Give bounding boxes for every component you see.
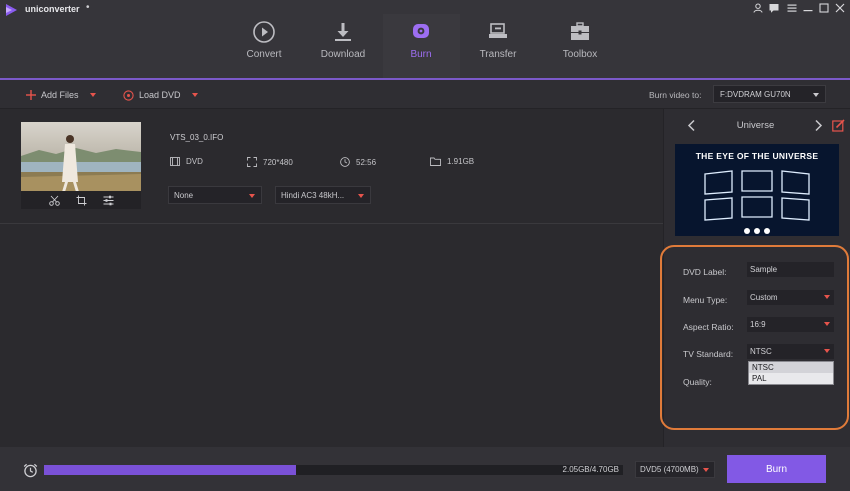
crop-icon[interactable]	[76, 195, 87, 206]
tab-convert-label: Convert	[246, 49, 282, 60]
tab-toolbox-label: Toolbox	[562, 49, 598, 60]
file-size-value: 1.91GB	[447, 157, 475, 166]
dvd-label-input[interactable]: Sample	[747, 262, 834, 277]
resolution-icon	[247, 157, 257, 167]
toolbar: Add Files Load DVD Burn video to: F:DVDR…	[0, 80, 850, 109]
load-dvd-dropdown-icon[interactable]	[191, 93, 198, 97]
menu-type-select[interactable]: Custom	[747, 290, 834, 305]
chevron-down-icon	[249, 194, 255, 198]
audio-track-select[interactable]: Hindi AC3 48kH...	[275, 186, 371, 204]
tab-download[interactable]: Download	[307, 20, 379, 70]
thumbnail-toolbar	[21, 191, 141, 209]
film-icon	[170, 157, 180, 166]
edit-icon[interactable]	[832, 119, 845, 132]
transfer-icon	[489, 23, 507, 38]
scissors-icon[interactable]	[48, 195, 60, 206]
disc-type-select[interactable]: DVD5 (4700MB)	[635, 461, 715, 478]
minimize-icon[interactable]	[801, 1, 815, 15]
tab-transfer-label: Transfer	[479, 49, 517, 60]
chevron-down-icon	[824, 295, 830, 299]
burn-button[interactable]: Burn	[727, 455, 826, 483]
dvd-label-value: Sample	[750, 265, 778, 274]
app-name: uniconverter	[25, 4, 80, 14]
tab-transfer[interactable]: Transfer	[462, 20, 534, 70]
add-files-dropdown-icon[interactable]	[89, 93, 96, 97]
burn-target-select[interactable]: F:DVDRAM GU70N	[713, 85, 826, 103]
app-logo-icon	[6, 4, 17, 16]
template-preview[interactable]: THE EYE OF THE UNIVERSE	[675, 144, 839, 236]
file-name: VTS_03_0.IFO	[170, 133, 224, 142]
file-resolution-value: 720*480	[263, 157, 293, 167]
add-files-label: Add Files	[41, 90, 79, 100]
plus-icon	[26, 90, 36, 100]
aspect-ratio-value: 16:9	[750, 320, 766, 329]
convert-icon	[253, 21, 275, 43]
burn-target-value: F:DVDRAM GU70N	[720, 89, 791, 99]
subtitle-select[interactable]: None	[168, 186, 262, 204]
app-menu-dot[interactable]: •	[86, 2, 90, 13]
user-icon[interactable]	[751, 1, 765, 15]
aspect-ratio-label: Aspect Ratio:	[683, 322, 734, 332]
burn-to-label: Burn video to:	[649, 90, 702, 100]
audio-track-value: Hindi AC3 48kH...	[281, 190, 345, 200]
chevron-down-icon	[813, 93, 819, 97]
menu-type-value: Custom	[750, 293, 778, 302]
chevron-down-icon	[824, 349, 830, 353]
tv-standard-option-ntsc[interactable]: NTSC	[749, 362, 833, 373]
chevron-down-icon	[358, 194, 364, 198]
tv-standard-dropdown: NTSC PAL	[748, 361, 834, 385]
file-size: 1.91GB	[430, 157, 474, 166]
tab-burn[interactable]: Burn	[385, 20, 457, 70]
menu-icon[interactable]	[785, 1, 799, 15]
list-item[interactable]: VTS_03_0.IFO DVD 720*480 52:56 1.91GB No…	[0, 109, 663, 224]
load-dvd-label: Load DVD	[139, 90, 181, 100]
close-icon[interactable]	[833, 1, 847, 15]
add-files-button[interactable]: Add Files	[26, 88, 96, 102]
message-icon[interactable]	[767, 1, 781, 15]
bottom-bar: 2.05GB/4.70GB DVD5 (4700MB) Burn	[0, 447, 850, 491]
burn-icon	[413, 24, 429, 38]
chevron-right-icon[interactable]	[814, 119, 823, 132]
menu-type-label: Menu Type:	[683, 295, 728, 305]
tab-download-label: Download	[320, 49, 366, 60]
maximize-icon[interactable]	[817, 1, 831, 15]
disc-capacity-bar: 2.05GB/4.70GB	[44, 465, 623, 475]
tv-standard-value: NTSC	[750, 347, 772, 356]
tab-toolbox[interactable]: Toolbox	[544, 20, 616, 70]
disc-capacity-text: 2.05GB/4.70GB	[562, 465, 619, 474]
template-preview-title: THE EYE OF THE UNIVERSE	[695, 151, 819, 161]
effects-icon[interactable]	[103, 195, 114, 206]
file-duration: 52:56	[340, 157, 376, 167]
file-duration-value: 52:56	[356, 157, 377, 167]
folder-icon	[430, 157, 441, 166]
dvd-label-label: DVD Label:	[683, 267, 727, 277]
download-icon	[335, 23, 351, 41]
file-list: VTS_03_0.IFO DVD 720*480 52:56 1.91GB No…	[0, 109, 663, 447]
disc-type-value: DVD5 (4700MB)	[640, 465, 699, 474]
load-dvd-button[interactable]: Load DVD	[123, 88, 198, 102]
subtitle-select-value: None	[174, 190, 194, 200]
file-resolution: 720*480	[247, 157, 293, 167]
file-format: DVD	[170, 157, 203, 166]
disc-icon	[123, 89, 134, 101]
alarm-clock-icon[interactable]	[23, 463, 38, 478]
clock-icon	[340, 157, 350, 167]
file-format-value: DVD	[186, 157, 203, 166]
tab-convert[interactable]: Convert	[228, 20, 300, 70]
tv-standard-select[interactable]: NTSC	[747, 344, 834, 359]
chevron-down-icon	[703, 468, 709, 472]
tv-standard-option-pal[interactable]: PAL	[749, 373, 833, 384]
tv-standard-label: TV Standard:	[683, 349, 734, 359]
aspect-ratio-select[interactable]: 16:9	[747, 317, 834, 332]
tab-burn-label: Burn	[410, 49, 432, 60]
template-selector: Universe	[664, 117, 850, 135]
quality-label: Quality:	[683, 377, 712, 387]
toolbox-icon	[571, 22, 589, 40]
chevron-down-icon	[824, 322, 830, 326]
title-bar: uniconverter • Convert Download Burn Tra…	[0, 0, 850, 78]
